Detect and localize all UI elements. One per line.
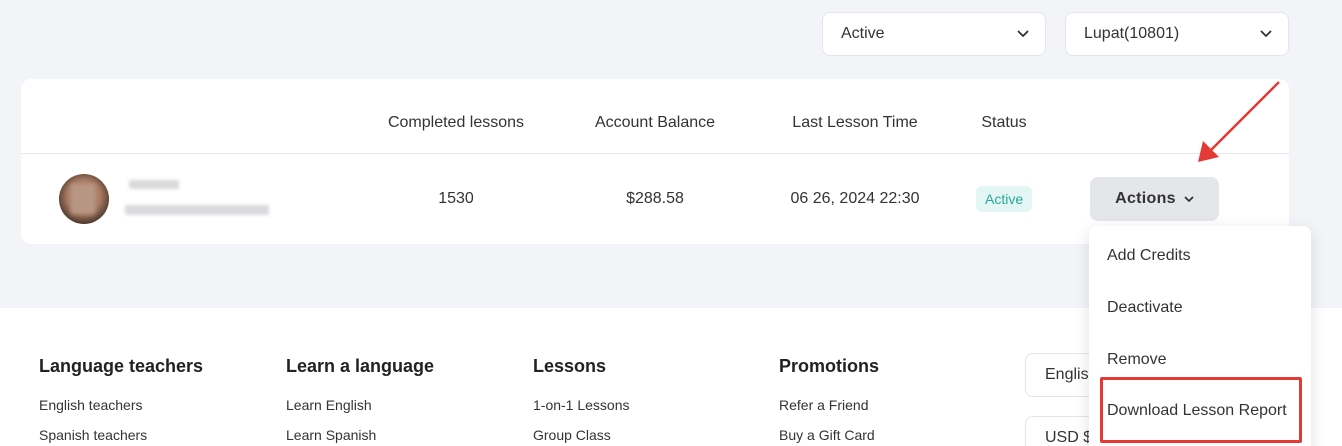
footer-link[interactable]: Buy a Gift Card [779,426,879,446]
footer-column-lessons: Lessons 1-on-1 Lessons Group Class [533,356,630,446]
group-filter-value: Lupat(10801) [1084,25,1180,42]
footer-column-promotions: Promotions Refer a Friend Buy a Gift Car… [779,356,879,446]
student-email-redacted [125,205,269,215]
avatar [59,174,109,224]
column-header-last-lesson-time: Last Lesson Time [792,114,918,131]
chevron-down-icon [1017,28,1029,40]
column-header-account-balance: Account Balance [594,114,716,131]
last-lesson-time-value: 06 26, 2024 22:30 [790,190,920,207]
students-table: Completed lessons Account Balance Last L… [21,79,1289,244]
menu-item-download-lesson-report[interactable]: Download Lesson Report [1107,402,1287,420]
table-divider [21,153,1289,154]
chevron-down-icon [1260,28,1272,40]
status-filter-value: Active [841,25,885,42]
footer-link[interactable]: Group Class [533,426,630,446]
status-badge: Active [976,186,1033,212]
footer-heading: Promotions [779,356,880,376]
column-header-status: Status [981,114,1027,131]
account-balance-value: $288.58 [626,190,684,207]
student-name-redacted [129,180,179,189]
footer-link[interactable]: 1-on-1 Lessons [533,396,630,426]
footer-heading: Lessons [533,356,607,376]
menu-item-deactivate[interactable]: Deactivate [1107,299,1183,317]
menu-item-add-credits[interactable]: Add Credits [1107,247,1191,265]
footer-link[interactable]: Learn Spanish [286,426,434,446]
column-header-completed-lessons: Completed lessons [387,114,525,131]
footer-link[interactable]: Spanish teachers [39,426,203,446]
status-filter-select[interactable]: Active [822,12,1046,56]
group-filter-select[interactable]: Lupat(10801) [1065,12,1289,56]
footer-link[interactable]: English teachers [39,396,203,426]
chevron-down-icon [1184,190,1194,208]
footer-heading: Language teachers [39,356,204,376]
footer-column-learn-a-language: Learn a language Learn English Learn Spa… [286,356,434,446]
actions-button-label: Actions [1115,190,1176,207]
actions-button[interactable]: Actions [1090,177,1219,221]
footer-link[interactable]: Learn English [286,396,434,426]
footer-column-language-teachers: Language teachers English teachers Spani… [39,356,203,446]
footer-heading: Learn a language [286,356,435,376]
completed-lessons-value: 1530 [438,190,474,207]
menu-item-remove[interactable]: Remove [1107,351,1167,369]
actions-dropdown-menu: Add Credits Deactivate Remove Download L… [1089,226,1311,446]
footer-link[interactable]: Refer a Friend [779,396,879,426]
